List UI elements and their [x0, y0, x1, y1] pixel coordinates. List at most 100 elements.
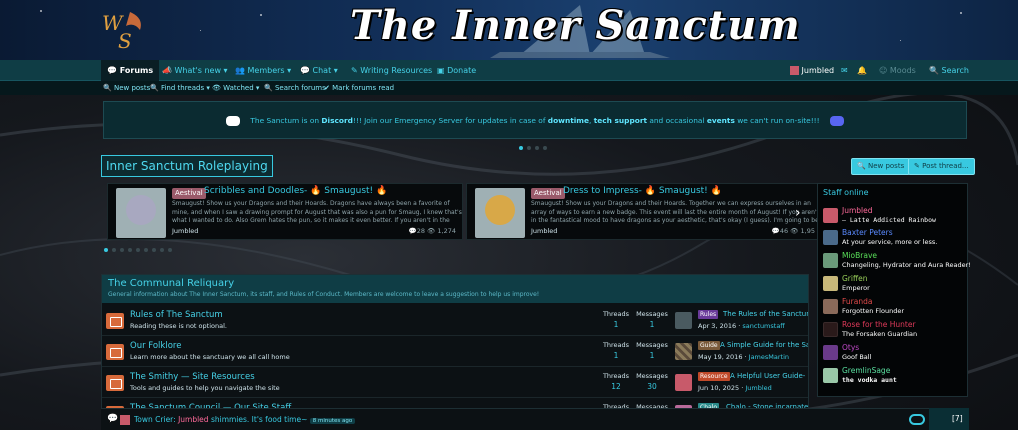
latest-date: Jun 10, 2025: [698, 384, 740, 392]
forum-title[interactable]: The Smithy — Site Resources: [130, 372, 255, 382]
pager-dot[interactable]: [535, 146, 539, 150]
subnav-watched[interactable]: 👁 Watched ▾: [212, 81, 259, 95]
staff-online-heading[interactable]: Staff online: [818, 184, 967, 201]
featured-card[interactable]: Aestival Dress to Impress- 🔥 Smaugust! 🔥…: [466, 183, 822, 240]
nav-search[interactable]: 🔍 Search: [929, 60, 969, 81]
subnav-mark-read[interactable]: ✔ Mark forums read: [324, 81, 394, 95]
pager-dot[interactable]: [543, 146, 547, 150]
avatar: [790, 66, 799, 75]
post-thread-button-label: Post thread...: [922, 162, 969, 170]
forum-title[interactable]: Our Folklore: [130, 341, 181, 351]
shoutbox-bar[interactable]: 💬 Town Crier: Jumbled shimmies. It's foo…: [101, 408, 929, 430]
forum-title[interactable]: Rules of The Sanctum: [130, 310, 223, 320]
staff-name[interactable]: GremlinSage: [842, 366, 890, 375]
replies-icon: 💬: [408, 227, 417, 235]
subnav-new-posts[interactable]: 🔍 New posts: [103, 81, 150, 95]
site-logo[interactable]: W S: [100, 8, 148, 53]
featured-author[interactable]: Jumbled: [531, 227, 557, 235]
pager-dot[interactable]: [152, 248, 156, 252]
avatar[interactable]: [823, 208, 838, 223]
pager-dot[interactable]: [136, 248, 140, 252]
avatar[interactable]: [823, 345, 838, 360]
nav-chat[interactable]: 💬 Chat ▾: [300, 60, 338, 81]
alerts-button[interactable]: 🔔: [857, 60, 867, 81]
pager-dot[interactable]: [128, 248, 132, 252]
chevron-down-icon: ▾: [255, 84, 260, 92]
staff-name[interactable]: Rose for the Hunter: [842, 320, 916, 329]
avatar[interactable]: [675, 343, 692, 360]
threads-label: Threads: [602, 341, 630, 349]
envelope-icon: ✉: [841, 66, 848, 75]
inbox-button[interactable]: ✉: [841, 60, 848, 81]
nav-user[interactable]: Jumbled: [790, 60, 834, 81]
pager-dot[interactable]: [160, 248, 164, 252]
notice-text: The Sanctum is on: [250, 116, 322, 125]
pager-dot[interactable]: [120, 248, 124, 252]
discord-link[interactable]: Discord: [321, 116, 352, 125]
staff-name[interactable]: Otys: [842, 343, 859, 352]
avatar[interactable]: [675, 312, 692, 329]
staff-name[interactable]: Furanda: [842, 297, 872, 306]
nav-members[interactable]: 👥 Members ▾: [235, 60, 291, 81]
carousel-next-arrow[interactable]: ›: [795, 205, 801, 221]
shoutbox-count[interactable]: [7]: [929, 408, 969, 430]
notice-pager: [519, 143, 551, 150]
subnav-mark-read-label: Mark forums read: [332, 84, 395, 92]
avatar[interactable]: [823, 368, 838, 383]
nav-donate[interactable]: ▣ Donate: [437, 60, 476, 81]
shoutbox-user[interactable]: Jumbled: [178, 415, 209, 424]
latest-thread-title[interactable]: The Rules of the Sanctum: [723, 310, 808, 318]
staff-name[interactable]: MioBrave: [842, 251, 877, 260]
featured-title[interactable]: Dress to Impress- 🔥 Smaugust! 🔥: [563, 186, 722, 196]
nav-chat-label: Chat: [312, 66, 332, 75]
latest-user[interactable]: Jumbled: [745, 384, 771, 392]
pager-dot[interactable]: [527, 146, 531, 150]
forum-node: The Smithy — Site Resources Tools and gu…: [102, 367, 808, 398]
category-title[interactable]: The Communal Reliquary: [108, 278, 802, 289]
featured-snippet: Smaugust! Show us your Dragons and their…: [172, 200, 462, 226]
toggle-icon[interactable]: [909, 414, 925, 425]
pager-dot[interactable]: [112, 248, 116, 252]
eye-icon: 👁: [212, 84, 221, 92]
staff-role: Emperor: [842, 284, 870, 292]
staff-name[interactable]: Jumbled: [842, 206, 873, 215]
nav-moods-label: Moods: [889, 66, 916, 75]
notice-text: and occasional: [647, 116, 707, 125]
nav-members-label: Members: [247, 66, 285, 75]
staff-name[interactable]: Griffen: [842, 274, 868, 283]
nav-writing-resources[interactable]: ✎ Writing Resources: [351, 60, 432, 81]
avatar[interactable]: [823, 230, 838, 245]
featured-title[interactable]: Scribbles and Doodles- 🔥 Smaugust! 🔥: [204, 186, 387, 196]
pager-dot[interactable]: [519, 146, 523, 150]
avatar[interactable]: [823, 253, 838, 268]
pager-dot[interactable]: [104, 248, 108, 252]
bell-icon: 🔔: [857, 66, 867, 75]
post-thread-button[interactable]: ✎ Post thread...: [908, 158, 975, 175]
nav-whats-new[interactable]: 📣 What's new ▾: [162, 60, 228, 81]
notice-downtime: downtime: [547, 116, 590, 125]
featured-card[interactable]: Aestival Scribbles and Doodles- 🔥 Smaugu…: [107, 183, 463, 240]
subnav-find-threads[interactable]: 🔍 Find threads ▾: [150, 81, 210, 95]
avatar[interactable]: [823, 299, 838, 314]
pager-dot[interactable]: [168, 248, 172, 252]
nav-moods[interactable]: ☺ Moods: [879, 60, 916, 81]
staff-online-widget: Staff online Jumbled — Latte Addicted Ra…: [817, 183, 971, 397]
site-title[interactable]: The Inner Sanctum: [350, 2, 801, 49]
pager-dot[interactable]: [144, 248, 148, 252]
latest-user[interactable]: sanctumstaff: [742, 322, 784, 330]
discord-icon[interactable]: [829, 116, 844, 126]
discord-icon[interactable]: [226, 116, 241, 126]
featured-author[interactable]: Jumbled: [172, 227, 198, 235]
avatar[interactable]: [823, 322, 838, 337]
avatar[interactable]: [823, 276, 838, 291]
prefix-tag: Resource: [698, 372, 730, 381]
new-posts-button[interactable]: 🔍 New posts: [851, 158, 911, 175]
category-block: The Communal Reliquary General informati…: [101, 274, 809, 430]
latest-user[interactable]: JamesMartin: [749, 353, 789, 361]
latest-thread-title[interactable]: A Simple Guide for the Sanc...: [720, 341, 808, 349]
avatar[interactable]: [675, 374, 692, 391]
nav-forums[interactable]: 💬 Forums: [101, 60, 160, 81]
staff-name[interactable]: Baxter Peters: [842, 228, 893, 237]
subnav-search-forums[interactable]: 🔍 Search forums: [264, 81, 326, 95]
latest-thread-title[interactable]: A Helpful User Guide- no...: [730, 372, 808, 380]
